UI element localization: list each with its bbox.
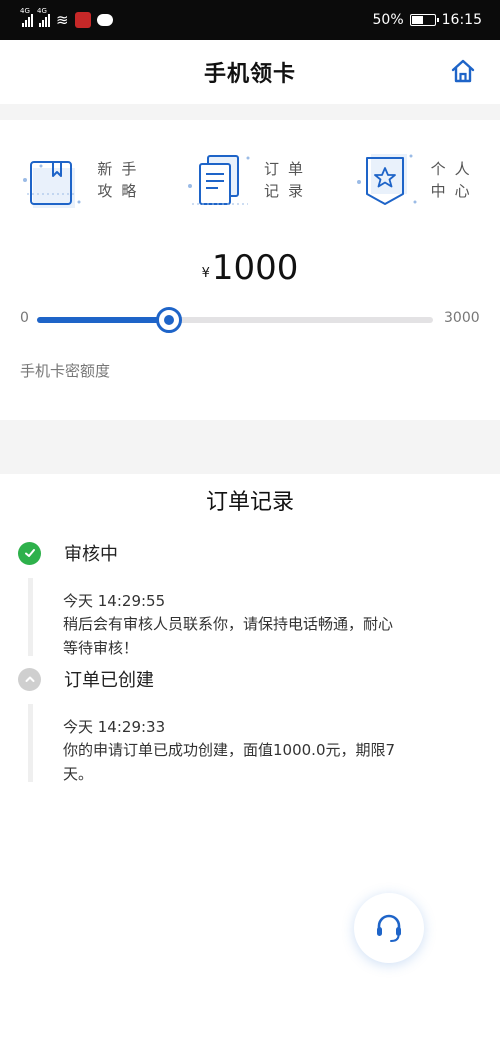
shortcut-row: 新手攻略 订单记录 个人中心: [0, 130, 500, 230]
battery-percent: 50%: [372, 12, 404, 28]
document-icon: [188, 155, 250, 205]
timeline-message: 你的申请订单已成功创建，面值1000.0元，期限7天。: [63, 741, 396, 783]
slider-handle[interactable]: [155, 307, 182, 333]
timeline-item: 审核中 今天 14:29:55 稍后会有审核人员联系你，请保持电话畅通，耐心等待…: [18, 538, 478, 657]
star-badge-icon: [356, 154, 417, 205]
timeline-message: 稍后会有审核人员联系你，请保持电话畅通，耐心等待审核！: [63, 615, 394, 657]
timeline-item: 订单已创建 今天 14:29:33 你的申请订单已成功创建，面值1000.0元，…: [18, 664, 478, 783]
status-bar-left: 4G 4G ≋: [20, 7, 113, 29]
section-divider-band: [0, 420, 500, 474]
slider-min-label: 0: [20, 310, 29, 326]
signal-icon-2: 4G: [37, 7, 50, 27]
shortcut-orders-label: 订单记录: [264, 160, 313, 200]
timeline-status: 订单已创建: [64, 670, 154, 691]
limit-label: 手机卡密额度: [20, 362, 111, 380]
orders-section-title: 订单记录: [205, 490, 294, 515]
clock: 16:15: [441, 12, 482, 28]
signal-icon: 4G: [20, 7, 33, 27]
timeline-item-header: 订单已创建: [18, 664, 478, 694]
wifi-icon: ≋: [56, 11, 69, 29]
page-title: 手机领卡: [203, 62, 296, 87]
battery-icon: [409, 14, 439, 26]
timeline-status: 审核中: [64, 544, 118, 565]
amount-slider[interactable]: 0 3000: [0, 304, 500, 334]
status-bar-right: 50% 16:15: [373, 12, 482, 28]
chat-notification-icon: [96, 14, 113, 26]
shortcut-orders[interactable]: 订单记录: [167, 130, 334, 230]
shortcut-profile[interactable]: 个人中心: [333, 130, 500, 230]
shortcut-profile-label: 个人中心: [430, 160, 479, 200]
home-icon: [451, 59, 475, 83]
customer-service-button[interactable]: [354, 893, 424, 963]
timeline-time: 今天 14:29:33: [63, 718, 166, 736]
headset-icon: [377, 914, 401, 942]
order-timeline: 审核中 今天 14:29:55 稍后会有审核人员联系你，请保持电话畅通，耐心等待…: [18, 538, 478, 783]
slider-track[interactable]: [37, 307, 433, 333]
timeline-item-body: 今天 14:29:33 你的申请订单已成功创建，面值1000.0元，期限7天。: [28, 704, 478, 783]
network-type-2: 4G: [37, 7, 47, 15]
header-divider-band: [0, 104, 500, 120]
app-notification-icon: [74, 12, 91, 28]
timeline-time: 今天 14:29:55: [63, 592, 166, 610]
timeline-item-header: 审核中: [18, 538, 478, 568]
amount-value: 1000: [211, 248, 299, 288]
slider-max-label: 3000: [444, 310, 480, 326]
amount-display: ¥1000: [0, 248, 500, 288]
timeline-item-body: 今天 14:29:55 稍后会有审核人员联系你，请保持电话畅通，耐心等待审核！: [28, 578, 478, 657]
app-header: 手机领卡: [0, 40, 500, 104]
network-type: 4G: [20, 7, 30, 15]
home-button[interactable]: [448, 56, 478, 86]
shortcut-guide-label: 新手攻略: [97, 160, 146, 200]
check-circle-icon: [18, 541, 41, 565]
currency-symbol: ¥: [201, 266, 210, 281]
slider-fill: [37, 317, 169, 323]
book-icon: [23, 161, 81, 208]
chevron-up-circle-icon: [18, 667, 41, 691]
shortcut-guide[interactable]: 新手攻略: [0, 130, 167, 230]
status-bar: 4G 4G ≋ 50% 16:15: [0, 0, 500, 40]
